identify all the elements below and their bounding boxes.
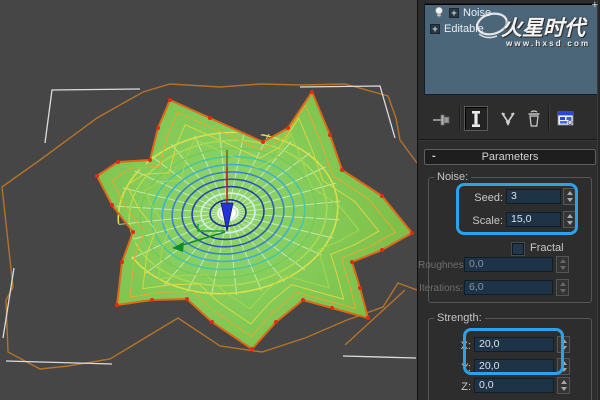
expand-icon[interactable]: + [430,24,440,34]
spinner-down-icon[interactable] [567,198,573,202]
trash-icon [526,110,542,128]
spinner-down-icon [560,289,566,293]
configure-modifier-sets-button[interactable] [554,106,578,131]
strength-group-label: Strength: [434,312,485,324]
rollout-title: Parameters [482,151,539,163]
modifier-stack-list[interactable]: + Noise + Editable [424,3,598,95]
spinner-up-icon[interactable] [561,339,567,343]
fractal-checkbox[interactable] [512,243,524,255]
fractal-label[interactable]: Fractal [530,242,564,254]
strength-y-label: Y: [448,362,471,374]
iterations-field: 6,0 [464,280,553,295]
spinner-up-icon[interactable] [567,214,573,218]
iterations-label: Iterations: [418,283,463,294]
spinner-down-icon[interactable] [561,368,567,372]
remove-modifier-button[interactable] [522,106,546,131]
strength-y-spinner[interactable] [557,358,570,375]
spinner-up-icon[interactable] [561,380,567,384]
pushpin-icon [432,111,452,127]
make-unique-button[interactable] [496,106,520,131]
seed-field[interactable]: 3 [506,189,561,204]
rollout-collapse-icon[interactable]: - [432,150,436,162]
scale-label: Scale: [428,215,503,227]
configure-modifier-sets-icon [556,110,576,128]
roughness-field: 0,0 [464,257,553,272]
strength-x-field[interactable]: 20,0 [474,337,554,352]
spinner-up-icon[interactable] [567,191,573,195]
modifier-stack-toolbar [418,100,600,137]
scale-spinner[interactable] [563,211,576,228]
make-unique-icon [499,110,517,128]
iterations-spinner [556,279,569,296]
strength-x-spinner[interactable] [557,336,570,353]
toolbar-separator [459,105,461,131]
show-end-result-icon [469,110,483,128]
spinner-up-icon [560,282,566,286]
strength-z-spinner[interactable] [557,377,570,394]
spinner-down-icon[interactable] [567,221,573,225]
strength-y-field[interactable]: 20,0 [474,359,554,374]
spinner-down-icon [560,266,566,270]
command-panel: + Noise + Editable 火星时代 www.hxsd.com + [417,0,600,400]
strength-z-label: Z: [448,381,471,393]
strength-x-label: X: [448,340,471,352]
roughness-spinner [556,256,569,273]
rollout-header-parameters[interactable]: - Parameters [424,149,596,165]
stack-item-editable[interactable]: + Editable [425,20,597,36]
spinner-up-icon [560,259,566,263]
stack-item-label: Editable [444,23,484,35]
spinner-up-icon[interactable] [561,361,567,365]
expand-icon[interactable]: + [449,8,459,18]
roughness-label: Roughness: [418,260,463,271]
seed-label: Seed: [428,192,503,204]
noise-group-label: Noise: [434,171,471,183]
spinner-down-icon[interactable] [561,387,567,391]
panel-divider [418,139,600,141]
viewport-3d[interactable] [0,0,417,400]
3dsmax-window: + Noise + Editable 火星时代 www.hxsd.com + [0,0,600,400]
stack-item-label: Noise [463,7,491,19]
modifier-enabled-bulb-icon[interactable] [433,6,445,19]
spinner-down-icon[interactable] [561,346,567,350]
stack-item-noise[interactable]: + Noise [425,4,597,20]
show-end-result-button[interactable] [464,106,488,131]
pin-stack-button[interactable] [430,106,454,131]
strength-z-field[interactable]: 0,0 [474,378,554,393]
scale-field[interactable]: 15,0 [506,212,561,227]
toolbar-separator [548,105,550,131]
seed-spinner[interactable] [563,188,576,205]
